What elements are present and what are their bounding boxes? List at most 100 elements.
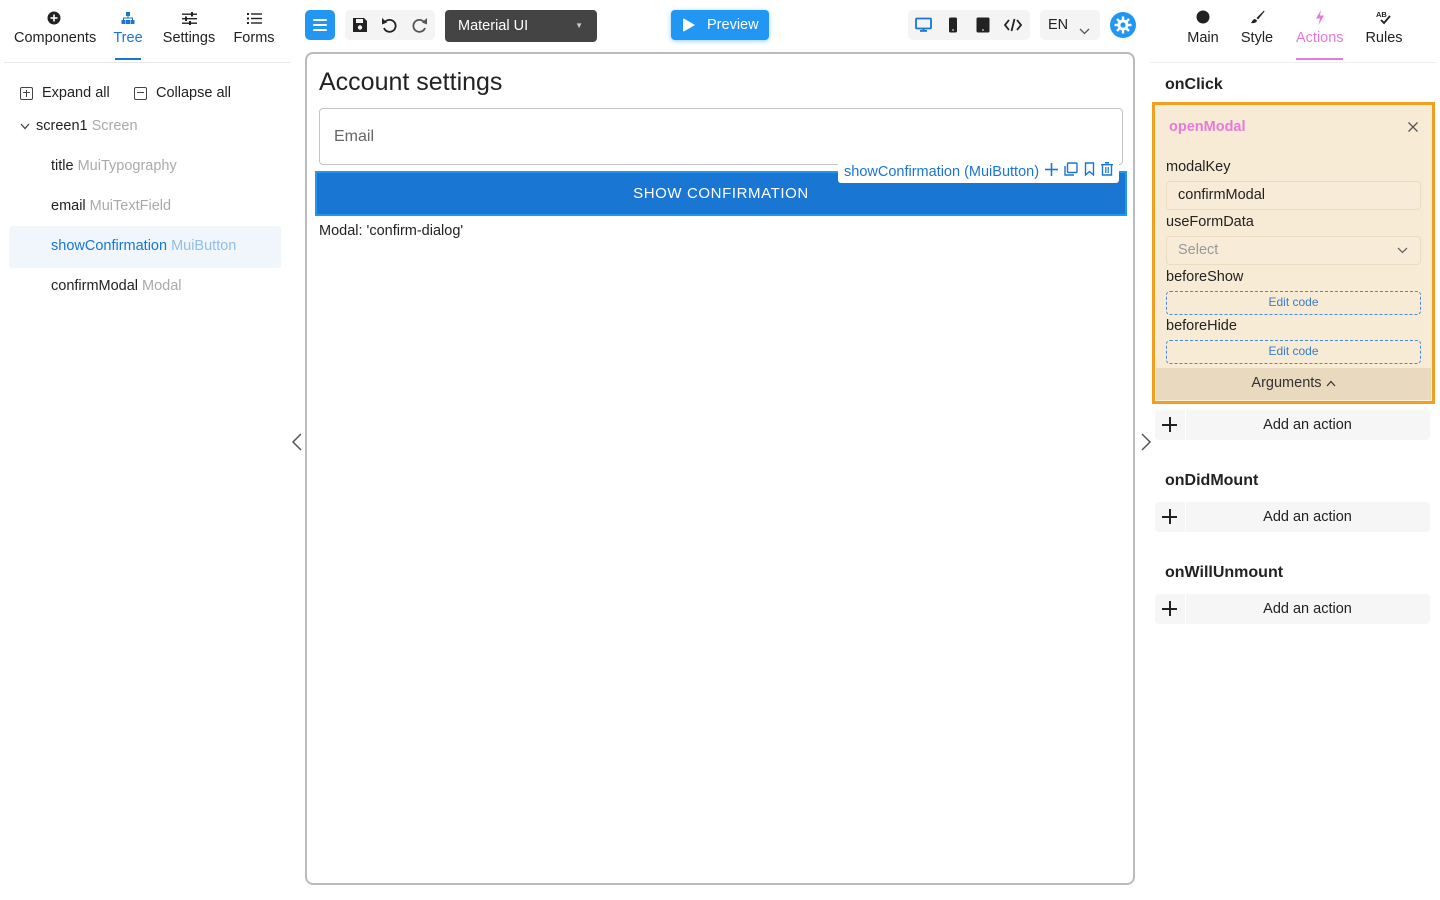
modal-key-input[interactable]: confirmModal — [1166, 181, 1421, 210]
tree-node-confirmmodal[interactable]: confirmModal Modal — [51, 278, 182, 294]
tree-node-name: screen1 — [36, 118, 88, 134]
language-select[interactable]: EN — [1040, 10, 1100, 40]
event-onwillunmount-title: onWillUnmount — [1165, 564, 1284, 581]
add-action-button-ondidmount[interactable]: Add an action — [1155, 502, 1430, 532]
tab-style[interactable]: Style — [1240, 10, 1274, 46]
save-icon[interactable] — [352, 17, 368, 38]
action-card-openmodal: openModal modalKey confirmModal useFormD… — [1152, 102, 1435, 404]
tree-node-title[interactable]: title MuiTypography — [51, 158, 177, 174]
chevron-up-icon — [1326, 375, 1336, 391]
before-hide-edit-code-button[interactable]: Edit code — [1166, 340, 1421, 364]
preview-label: Preview — [707, 17, 759, 33]
collapse-all-label: Collapse all — [156, 85, 231, 101]
event-onclick-title: onClick — [1165, 76, 1223, 93]
spellcheck-icon: AB — [1365, 10, 1403, 30]
caret-down-icon: ▼ — [575, 21, 583, 30]
selection-toolbar: showConfirmation (MuiButton) — [838, 162, 1120, 183]
tree-node-showconfirmation[interactable]: showConfirmation MuiButton — [51, 238, 236, 254]
selection-label: showConfirmation (MuiButton) — [844, 164, 1040, 180]
menu-button[interactable] — [305, 10, 335, 40]
duplicate-icon[interactable] — [1064, 162, 1078, 183]
tree-node-screen1[interactable]: screen1 Screen — [20, 118, 138, 134]
plus-icon — [1155, 410, 1185, 440]
page-title[interactable]: Account settings — [319, 68, 502, 97]
close-icon[interactable] — [1407, 120, 1419, 132]
tree-node-type: MuiTypography — [77, 158, 177, 174]
tab-actions[interactable]: Actions — [1296, 10, 1344, 60]
tab-main-label: Main — [1187, 30, 1219, 46]
design-canvas[interactable]: Account settings Email SHOW CONFIRMATION… — [305, 52, 1135, 885]
add-action-button-onwillunmount[interactable]: Add an action — [1155, 594, 1430, 624]
code-icon[interactable] — [1003, 17, 1023, 38]
chevron-down-icon[interactable] — [20, 118, 32, 134]
tree-node-name: confirmModal — [51, 278, 139, 294]
collapse-all-button[interactable]: Collapse all — [134, 85, 231, 101]
tab-components-label: Components — [14, 30, 97, 46]
bookmark-icon[interactable] — [1084, 162, 1095, 183]
use-form-data-select[interactable]: Select — [1166, 236, 1421, 265]
redo-icon[interactable] — [411, 17, 428, 38]
before-show-label: beforeShow — [1166, 269, 1244, 285]
tree-node-type: MuiTextField — [89, 198, 172, 214]
arguments-label: Arguments — [1251, 375, 1322, 391]
tree-node-name: email — [51, 198, 86, 214]
use-form-data-label: useFormData — [1166, 214, 1254, 230]
play-icon — [683, 18, 695, 32]
before-hide-label: beforeHide — [1166, 318, 1237, 334]
brush-icon — [1240, 10, 1274, 30]
select-placeholder: Select — [1178, 242, 1219, 258]
divider — [4, 62, 290, 63]
bolt-icon — [1296, 10, 1343, 30]
tab-rules-label: Rules — [1365, 30, 1403, 46]
arguments-toggle[interactable]: Arguments — [1156, 368, 1431, 400]
tab-tree-label: Tree — [113, 30, 143, 46]
modal-placeholder[interactable]: Modal: 'confirm-dialog' — [319, 223, 463, 239]
theme-select-value: Material UI — [458, 18, 529, 34]
tab-forms[interactable]: Forms — [232, 10, 276, 46]
expand-all-label: Expand all — [42, 85, 110, 101]
delete-icon[interactable] — [1101, 162, 1114, 183]
desktop-icon[interactable] — [915, 17, 932, 38]
settings-button[interactable] — [1110, 12, 1136, 38]
chevron-down-icon — [1397, 237, 1408, 264]
settings-icon — [1114, 16, 1132, 39]
sliders-icon — [162, 10, 216, 30]
add-action-button-onclick[interactable]: Add an action — [1155, 410, 1430, 440]
menu-icon — [313, 19, 327, 21]
collapse-right-panel-icon[interactable] — [1139, 432, 1153, 452]
tab-rules[interactable]: AB Rules — [1365, 10, 1403, 46]
tree-icon — [112, 10, 144, 30]
action-name: openModal — [1169, 119, 1246, 135]
tree-node-name: title — [51, 158, 74, 174]
list-icon — [232, 10, 276, 30]
svg-text:AB: AB — [1376, 10, 1387, 19]
expand-all-button[interactable]: Expand all — [20, 85, 110, 101]
plus-circle-icon — [14, 10, 94, 30]
tab-components[interactable]: Components — [14, 10, 97, 46]
tab-settings[interactable]: Settings — [162, 10, 216, 46]
tab-actions-label: Actions — [1296, 30, 1344, 46]
tab-main[interactable]: Main — [1185, 10, 1221, 46]
plus-icon — [1155, 594, 1185, 624]
before-show-edit-code-button[interactable]: Edit code — [1166, 291, 1421, 315]
tree-node-email[interactable]: email MuiTextField — [51, 198, 171, 214]
circle-icon — [1185, 10, 1221, 30]
email-field[interactable]: Email — [319, 108, 1123, 165]
modal-key-label: modalKey — [1166, 159, 1231, 175]
left-panel: Components Tree Settings Forms Expand al… — [0, 0, 290, 900]
undo-icon[interactable] — [381, 17, 398, 38]
preview-button[interactable]: Preview — [671, 10, 769, 40]
add-icon[interactable] — [1045, 162, 1059, 183]
add-action-label: Add an action — [1263, 601, 1352, 617]
event-ondidmount-title: onDidMount — [1165, 472, 1259, 489]
tab-tree[interactable]: Tree — [112, 10, 144, 60]
tablet-icon[interactable] — [976, 17, 990, 38]
chevron-down-icon — [1079, 16, 1090, 46]
tab-style-label: Style — [1240, 30, 1274, 46]
device-toolbar — [908, 10, 1030, 40]
theme-select[interactable]: Material UI ▼ — [445, 10, 597, 42]
tab-forms-label: Forms — [233, 30, 275, 46]
mobile-icon[interactable] — [948, 17, 958, 38]
language-value: EN — [1048, 17, 1069, 33]
collapse-left-panel-icon[interactable] — [290, 432, 304, 452]
